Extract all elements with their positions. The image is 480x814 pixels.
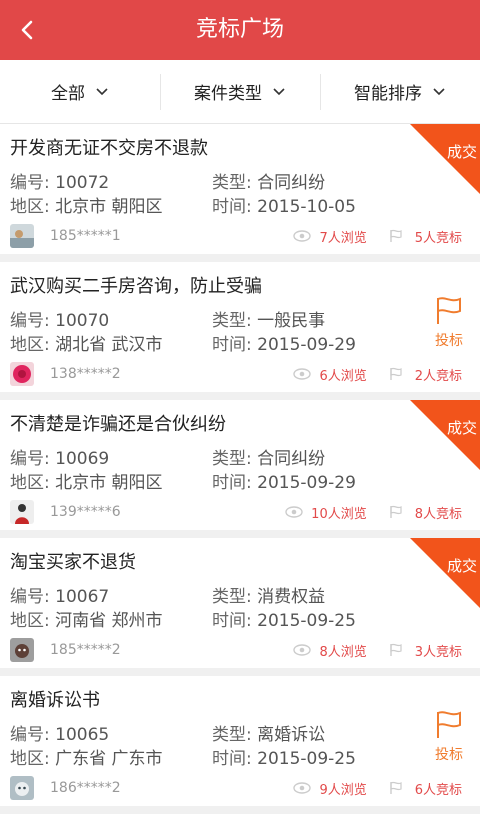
filter-all[interactable]: 全部 xyxy=(0,60,160,123)
filter-label: 智能排序 xyxy=(354,84,422,104)
avatar xyxy=(10,362,34,386)
bid-count: 8人竞标 xyxy=(414,506,462,522)
case-time: 时间: 2015-10-05 xyxy=(212,197,356,217)
chevron-down-icon xyxy=(96,87,108,95)
filter-smart-sort[interactable]: 智能排序 xyxy=(320,60,480,123)
case-meta: 185*****2 8人浏览 3人竞标 xyxy=(10,638,462,662)
case-region: 地区: 河南省 郑州市 xyxy=(10,611,163,631)
avatar xyxy=(10,224,34,248)
eye-icon xyxy=(293,644,312,656)
case-card[interactable]: 武汉购买二手房咨询，防止受骗 编号: 10070 类型: 一般民事 地区: 湖北… xyxy=(0,262,480,400)
user-phone: 185*****1 xyxy=(50,228,121,244)
case-region: 地区: 北京市 朝阳区 xyxy=(10,197,163,217)
bid-label: 投标 xyxy=(435,747,463,763)
case-title: 不清楚是诈骗还是合伙纠纷 xyxy=(10,414,226,435)
case-id: 编号: 10070 xyxy=(10,311,110,331)
case-card[interactable]: 淘宝买家不退货 编号: 10067 类型: 消费权益 地区: 河南省 郑州市 时… xyxy=(0,538,480,676)
flag-icon xyxy=(390,229,402,242)
bid-count: 6人竞标 xyxy=(414,782,462,798)
case-id: 编号: 10072 xyxy=(10,173,110,193)
case-meta: 139*****6 10人浏览 8人竞标 xyxy=(10,500,462,524)
user-phone: 185*****2 xyxy=(50,642,121,658)
eye-icon xyxy=(285,506,303,518)
case-type: 类型: 离婚诉讼 xyxy=(212,725,326,745)
chevron-down-icon xyxy=(273,87,285,95)
case-title: 开发商无证不交房不退款 xyxy=(10,138,208,159)
case-meta: 138*****2 6人浏览 2人竞标 xyxy=(10,362,462,386)
app-bar: 竞标广场 xyxy=(0,0,480,60)
flag-icon xyxy=(390,367,402,380)
bid-button[interactable]: 投标 xyxy=(434,296,464,350)
bid-count: 5人竞标 xyxy=(414,230,462,246)
bid-count: 3人竞标 xyxy=(414,644,462,660)
user-phone: 186*****2 xyxy=(50,780,121,796)
avatar xyxy=(10,638,34,662)
deal-badge: 成交 xyxy=(446,419,477,437)
case-title: 淘宝买家不退货 xyxy=(10,552,136,573)
view-count: 6人浏览 xyxy=(319,368,367,384)
user-phone: 138*****2 xyxy=(50,366,121,382)
avatar xyxy=(10,500,34,524)
eye-icon xyxy=(293,782,312,794)
case-time: 时间: 2015-09-25 xyxy=(212,749,356,769)
case-time: 时间: 2015-09-25 xyxy=(212,611,356,631)
avatar xyxy=(10,776,34,800)
view-count: 9人浏览 xyxy=(319,782,367,798)
page-title: 竞标广场 xyxy=(195,17,284,42)
view-count: 7人浏览 xyxy=(319,230,367,246)
deal-badge: 成交 xyxy=(446,557,477,575)
filter-label: 案件类型 xyxy=(194,84,262,104)
flag-icon xyxy=(390,643,402,656)
filter-bar: 全部 案件类型 智能排序 xyxy=(0,60,480,124)
eye-icon xyxy=(293,230,312,242)
case-type: 类型: 合同纠纷 xyxy=(212,449,326,469)
case-meta: 185*****1 7人浏览 5人竞标 xyxy=(10,224,462,248)
case-title: 离婚诉讼书 xyxy=(10,690,100,711)
flag-icon xyxy=(437,711,461,738)
deal-badge: 成交 xyxy=(446,143,477,161)
chevron-down-icon xyxy=(433,87,445,95)
case-region: 地区: 湖北省 武汉市 xyxy=(10,335,163,355)
filter-case-type[interactable]: 案件类型 xyxy=(160,60,320,123)
case-card[interactable]: 不清楚是诈骗还是合伙纠纷 编号: 10069 类型: 合同纠纷 地区: 北京市 … xyxy=(0,400,480,538)
case-card[interactable]: 开发商无证不交房不退款 编号: 10072 类型: 合同纠纷 地区: 北京市 朝… xyxy=(0,124,480,262)
flag-icon xyxy=(390,505,402,518)
case-region: 地区: 广东省 广东市 xyxy=(10,749,163,769)
flag-icon xyxy=(390,781,402,794)
case-type: 类型: 消费权益 xyxy=(212,587,326,607)
case-meta: 186*****2 9人浏览 6人竞标 xyxy=(10,776,462,800)
case-list: 开发商无证不交房不退款 编号: 10072 类型: 合同纠纷 地区: 北京市 朝… xyxy=(0,124,480,814)
user-phone: 139*****6 xyxy=(50,504,121,520)
case-time: 时间: 2015-09-29 xyxy=(212,335,356,355)
case-type: 类型: 合同纠纷 xyxy=(212,173,326,193)
view-count: 8人浏览 xyxy=(319,644,367,660)
filter-label: 全部 xyxy=(51,84,85,104)
flag-icon xyxy=(437,297,461,324)
bid-label: 投标 xyxy=(435,333,463,349)
case-id: 编号: 10067 xyxy=(10,587,110,607)
bid-count: 2人竞标 xyxy=(414,368,462,384)
case-type: 类型: 一般民事 xyxy=(212,311,326,331)
case-id: 编号: 10069 xyxy=(10,449,110,469)
case-title: 武汉购买二手房咨询，防止受骗 xyxy=(10,276,262,297)
view-count: 10人浏览 xyxy=(311,506,367,522)
case-time: 时间: 2015-09-29 xyxy=(212,473,356,493)
eye-icon xyxy=(293,368,312,380)
case-id: 编号: 10065 xyxy=(10,725,110,745)
case-region: 地区: 北京市 朝阳区 xyxy=(10,473,163,493)
bid-button[interactable]: 投标 xyxy=(434,710,464,764)
case-card[interactable]: 离婚诉讼书 编号: 10065 类型: 离婚诉讼 地区: 广东省 广东市 时间:… xyxy=(0,676,480,814)
